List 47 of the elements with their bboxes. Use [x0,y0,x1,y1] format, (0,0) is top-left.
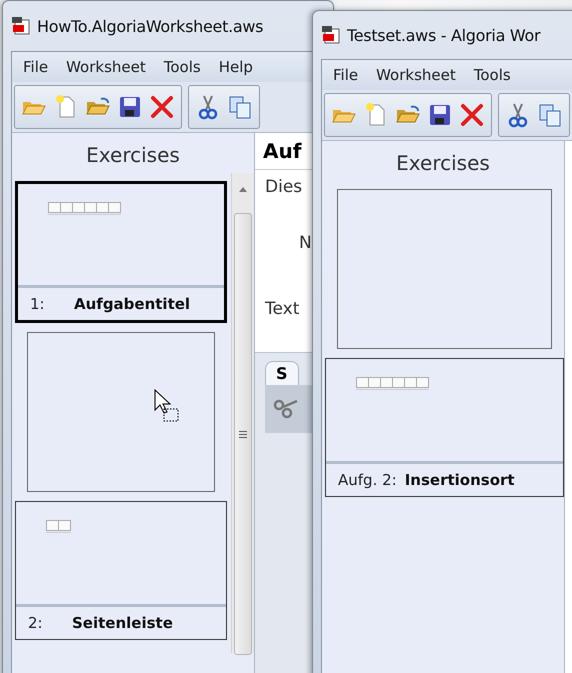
exercise-title: Aufgabentitel [74,295,190,313]
exercise-card[interactable]: 2: Seitenleiste [15,501,227,640]
save-button[interactable] [427,102,453,128]
sidebar-title: Exercises [395,150,491,177]
empty-exercise-slot[interactable] [27,332,215,492]
menu-item[interactable]: Tools [466,66,518,84]
menu-item[interactable]: File [16,58,56,76]
scroll-thumb[interactable] [234,213,252,655]
exercise-number: Aufg. 2: [338,471,397,489]
delete-icon [149,94,175,120]
window-title: HowTo.AlgoriaWorksheet.aws [37,16,264,36]
empty-exercise-slot[interactable] [337,189,552,349]
app-icon [321,25,341,45]
scrollbar[interactable] [231,173,254,653]
save-button[interactable] [117,94,143,120]
exercise-number: 2: [28,614,44,632]
copy-icon [227,94,253,120]
exercise-title: Seitenleiste [72,614,173,632]
description-text: Dies [264,176,304,199]
exercise-card[interactable]: 1: Aufgabentitel [15,181,227,323]
delete-icon [459,102,485,128]
window-title: Testset.aws - Algoria Wor [347,26,540,44]
scissors-icon [273,398,299,420]
menu-item[interactable]: Worksheet [59,58,153,76]
delete-button[interactable] [149,94,175,120]
copy-icon [537,102,563,128]
copy-button[interactable] [537,102,563,128]
menu-item[interactable]: Help [212,58,260,76]
menu-item[interactable]: File [326,66,366,84]
save-icon [427,102,453,128]
array-cells-drawing [46,520,71,533]
exercise-title: Insertionsort [404,471,515,489]
grip-icon [239,430,247,438]
tab[interactable]: S [265,361,299,385]
menu-item[interactable]: Tools [156,58,208,76]
save-icon [117,94,143,120]
delete-button[interactable] [459,102,485,128]
menu-item[interactable]: Worksheet [369,66,463,84]
description-text: N [298,232,313,255]
drag-cursor-icon [154,389,180,423]
exercise-number: 1: [30,295,46,313]
scroll-up-icon [239,187,247,192]
app-icon [11,16,31,36]
exercise-card[interactable]: Aufg. 2: Insertionsort [325,358,564,497]
description-text: Text [264,298,300,321]
copy-button[interactable] [227,94,253,120]
sidebar-title: Exercises [85,142,181,169]
